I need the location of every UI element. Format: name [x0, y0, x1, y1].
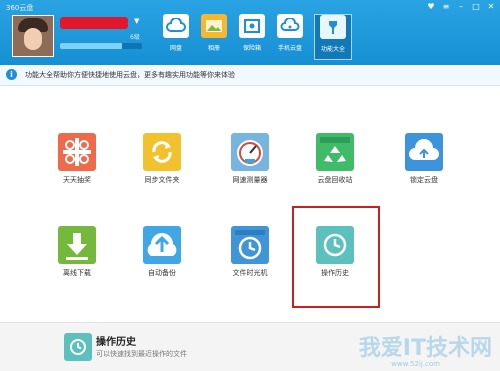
feature-label: 离线下载 — [63, 269, 91, 277]
quota-fill — [60, 43, 122, 49]
phone-cloud-icon — [277, 14, 303, 38]
nav-safe[interactable]: 保险箱 — [236, 14, 268, 58]
avatar-face — [24, 28, 42, 50]
toolbox-icon — [320, 15, 346, 39]
app-title: 360云盘 — [6, 4, 34, 12]
safe-icon — [239, 14, 265, 38]
feature-recycle-bin[interactable]: 云盘回收站 — [303, 133, 367, 185]
feature-time-machine[interactable]: 文件时光机 — [218, 226, 282, 278]
time-machine-icon — [231, 226, 269, 264]
feature-label: 网速测量器 — [232, 176, 268, 184]
watermark-url: www.52ij.com — [391, 360, 440, 368]
recycle-icon — [316, 133, 354, 171]
cloud-icon — [163, 14, 189, 38]
header-bar: 360云盘 ♥ ≡ – □ ✕ ▼ 6级 网盘 相册 保险箱 手机云盘 功能大全 — [0, 0, 500, 65]
notice-bar: i 功能大全帮助你方便快捷地使用云盘，更多有趣实用功能等你来体验 — [0, 65, 500, 86]
lock-cloud-icon — [405, 133, 443, 171]
main-nav: 网盘 相册 保险箱 手机云盘 功能大全 — [160, 14, 352, 60]
footer-description: 可以快速找到最近操作的文件 — [96, 350, 187, 358]
avatar[interactable] — [12, 15, 54, 57]
maximize-icon[interactable]: □ — [471, 2, 481, 12]
footer-title: 操作历史 — [96, 337, 136, 348]
feature-auto-backup[interactable]: 自动备份 — [130, 226, 194, 278]
window-controls: ♥ ≡ – □ ✕ — [426, 2, 496, 12]
feature-lock-cloud[interactable]: 锁定云盘 — [392, 133, 456, 185]
notice-text: 功能大全帮助你方便快捷地使用云盘，更多有趣实用功能等你来体验 — [25, 71, 235, 79]
download-icon — [58, 226, 96, 264]
close-icon[interactable]: ✕ — [486, 2, 496, 12]
feature-label: 云盘回收站 — [317, 176, 353, 184]
feature-sync-folder[interactable]: 同步文件夹 — [130, 133, 194, 185]
nav-label: 相册 — [207, 45, 220, 52]
history-clock-icon — [64, 333, 92, 361]
nav-cloud-disk[interactable]: 网盘 — [160, 14, 192, 58]
photo-icon — [201, 14, 227, 38]
quota-bar — [60, 43, 142, 49]
lottery-icon — [58, 133, 96, 171]
feature-offline-download[interactable]: 离线下载 — [45, 226, 109, 278]
feature-lottery[interactable]: 天天抽奖 — [45, 133, 109, 185]
menu-icon[interactable]: ≡ — [441, 2, 451, 12]
nav-album[interactable]: 相册 — [198, 14, 230, 58]
sync-folder-icon — [143, 133, 181, 171]
feature-label: 同步文件夹 — [144, 176, 180, 184]
backup-icon — [143, 226, 181, 264]
info-icon: i — [6, 69, 17, 80]
chevron-down-icon[interactable]: ▼ — [134, 17, 139, 25]
nav-toolbox[interactable]: 功能大全 — [314, 14, 352, 60]
selection-highlight — [292, 206, 380, 308]
feature-label: 锁定云盘 — [410, 176, 438, 184]
user-level: 6级 — [130, 34, 140, 41]
nav-phone-cloud[interactable]: 手机云盘 — [274, 14, 306, 58]
skin-icon[interactable]: ♥ — [426, 2, 436, 12]
feature-label: 文件时光机 — [232, 269, 268, 277]
feature-label: 自动备份 — [148, 269, 176, 277]
nav-label: 功能大全 — [320, 46, 345, 53]
watermark-text: 我爱IT技术网 — [358, 336, 492, 361]
minimize-icon[interactable]: – — [456, 2, 466, 12]
nav-label: 网盘 — [169, 45, 182, 52]
nav-label: 保险箱 — [242, 45, 261, 52]
speedometer-icon — [231, 133, 269, 171]
feature-speedometer[interactable]: 网速测量器 — [218, 133, 282, 185]
username-redacted[interactable] — [60, 17, 128, 29]
feature-label: 天天抽奖 — [63, 176, 91, 184]
nav-label: 手机云盘 — [277, 45, 302, 52]
